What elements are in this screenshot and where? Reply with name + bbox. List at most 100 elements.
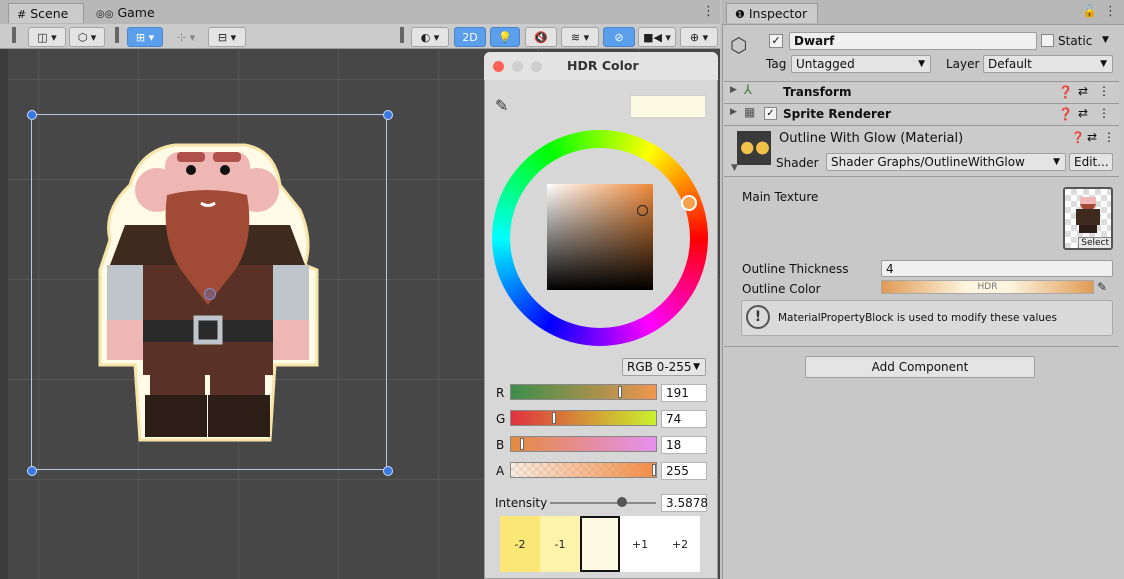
shader-edit-button[interactable]: Edit... [1069,153,1113,171]
chevron-down-icon: ▼ [693,362,700,372]
swatch-current[interactable] [580,516,620,572]
channel-r-field[interactable]: 191 [661,384,707,402]
scene-left-edge [0,49,8,579]
lighting-button[interactable]: 💡 [490,27,520,47]
swatch-plus-2[interactable]: +2 [660,516,700,572]
gizmo-handle-tl[interactable] [27,110,37,120]
layer-dropdown[interactable]: Default ▼ [983,55,1113,73]
gizmo-pivot[interactable] [204,288,216,300]
channel-a-field[interactable]: 255 [661,462,707,480]
toolbar-grip-icon-2 [115,27,119,43]
tab-game-label: Game [117,5,155,20]
channel-a-slider[interactable] [510,462,657,478]
preset-icon[interactable]: ⇄ [1078,84,1088,98]
slider-handle[interactable] [520,438,524,450]
camera-button[interactable]: ■◀ ▾ [638,27,676,47]
static-dropdown-icon[interactable]: ▼ [1102,35,1109,45]
channel-b-label: B [496,438,505,452]
close-window-icon[interactable] [493,61,504,72]
shader-dropdown[interactable]: Shader Graphs/OutlineWithGlow ▼ [826,153,1066,171]
tab-inspector[interactable]: ❶ Inspector [726,3,818,23]
shading-button[interactable]: ◐ ▾ [411,27,449,47]
help-icon[interactable]: ❓ [1071,131,1085,144]
more-icon[interactable]: ⋮ [702,4,715,19]
layer-label: Layer [946,57,980,71]
draw-mode-button[interactable]: ◫ ▾ [28,27,66,47]
transform-axes-icon: ⅄ [744,83,752,98]
gizmo-icon: ⊕ ▾ [689,30,709,44]
eyedropper-icon[interactable]: ✎ [495,96,508,115]
intensity-slider-thumb[interactable] [617,497,627,507]
preset-icon[interactable]: ⇄ [1087,130,1097,144]
component-menu-icon[interactable]: ⋮ [1098,106,1110,120]
texture-select-button[interactable]: Select [1078,237,1111,248]
channel-b-slider[interactable] [510,436,657,452]
static-checkbox[interactable] [1041,34,1054,47]
outline-color-field[interactable]: HDR [881,280,1094,294]
foldout-arrow-icon[interactable]: ▶ [730,107,737,117]
speaker-mute-icon: 🔇 [534,30,548,44]
tab-game[interactable]: ◎◎ Game [88,3,158,23]
minimize-window-icon[interactable] [512,61,523,72]
help-icon[interactable]: ❓ [1058,107,1073,121]
foldout-arrow-icon[interactable]: ▼ [731,163,738,173]
transform-header[interactable]: ▶ ⅄ Transform ❓ ⇄ ⋮ [724,81,1119,103]
effects-button[interactable]: ≋ ▾ [561,27,599,47]
color-mode-value: RGB 0-255 [627,360,692,374]
slider-handle[interactable] [618,386,622,398]
chevron-down-icon: ▼ [1053,157,1060,167]
sprite-renderer-checkbox[interactable]: ✓ [764,107,777,120]
preset-icon[interactable]: ⇄ [1078,106,1088,120]
main-texture-slot[interactable]: Select [1063,187,1113,250]
lock-icon[interactable]: 🔓 [1082,4,1097,18]
swatch-plus-1[interactable]: +1 [620,516,660,572]
slider-handle[interactable] [652,464,656,476]
foldout-arrow-icon[interactable]: ▶ [730,85,737,95]
intensity-field[interactable]: 3.5878 [661,494,708,512]
add-component-button[interactable]: Add Component [805,356,1035,378]
channel-r-label: R [496,386,505,400]
audio-button[interactable]: 🔇 [525,27,557,47]
intensity-slider-track[interactable] [550,502,656,504]
component-menu-icon[interactable]: ⋮ [1103,130,1115,144]
gizmo-handle-tr[interactable] [383,110,393,120]
gizmos-button[interactable]: ⊕ ▾ [680,27,718,47]
hue-wheel-handle[interactable] [681,195,697,211]
tab-scene[interactable]: # Scene [8,3,84,23]
slider-handle[interactable] [552,412,556,424]
hidden-objects-button[interactable]: ⊘ [603,27,635,47]
outline-color-eyedropper-icon[interactable]: ✎ [1097,280,1107,294]
zoom-window-icon[interactable] [531,61,542,72]
tab-scene-label: Scene [30,6,69,21]
gizmo-handle-br[interactable] [383,466,393,476]
saturation-value-handle[interactable] [637,205,648,216]
grid-snap-button[interactable]: ⊞ ▾ [127,27,163,47]
tag-dropdown[interactable]: Untagged ▼ [791,55,931,73]
color-preview-swatch[interactable] [630,95,706,118]
gizmo-handle-bl[interactable] [27,466,37,476]
outline-thickness-field[interactable]: 4 [881,260,1113,277]
channel-g-slider[interactable] [510,410,657,426]
help-icon[interactable]: ❓ [1058,85,1073,99]
saturation-value-square[interactable] [547,184,653,290]
channel-r-slider[interactable] [510,384,657,400]
channel-g-field[interactable]: 74 [661,410,707,428]
active-checkbox[interactable]: ✓ [769,34,783,48]
channel-b-field[interactable]: 18 [661,436,707,454]
ruler-button[interactable]: ⊟ ▾ [208,27,246,47]
increment-snap-button[interactable]: ⊹ ▾ [168,27,204,47]
grid-icon: # [17,8,27,21]
swatch-minus-1[interactable]: -1 [540,516,580,572]
inspector-more-icon[interactable]: ⋮ [1104,4,1117,19]
sprite-renderer-header[interactable]: ▶ ▦ ✓ Sprite Renderer ❓ ⇄ ⋮ [724,103,1119,125]
swatch-minus-2[interactable]: -2 [500,516,540,572]
render-mode-button[interactable]: ⬡ ▾ [69,27,105,47]
object-name-field[interactable]: Dwarf [789,32,1037,50]
component-menu-icon[interactable]: ⋮ [1098,84,1110,98]
toolbar-grip-icon [12,27,16,43]
color-mode-dropdown[interactable]: RGB 0-255 ▼ [622,358,706,376]
toggle-2d-button[interactable]: 2D [454,27,486,47]
gamepad-icon: ◎◎ [96,9,114,20]
sprite-renderer-label: Sprite Renderer [783,107,891,121]
info-icon: ❶ [735,8,745,21]
